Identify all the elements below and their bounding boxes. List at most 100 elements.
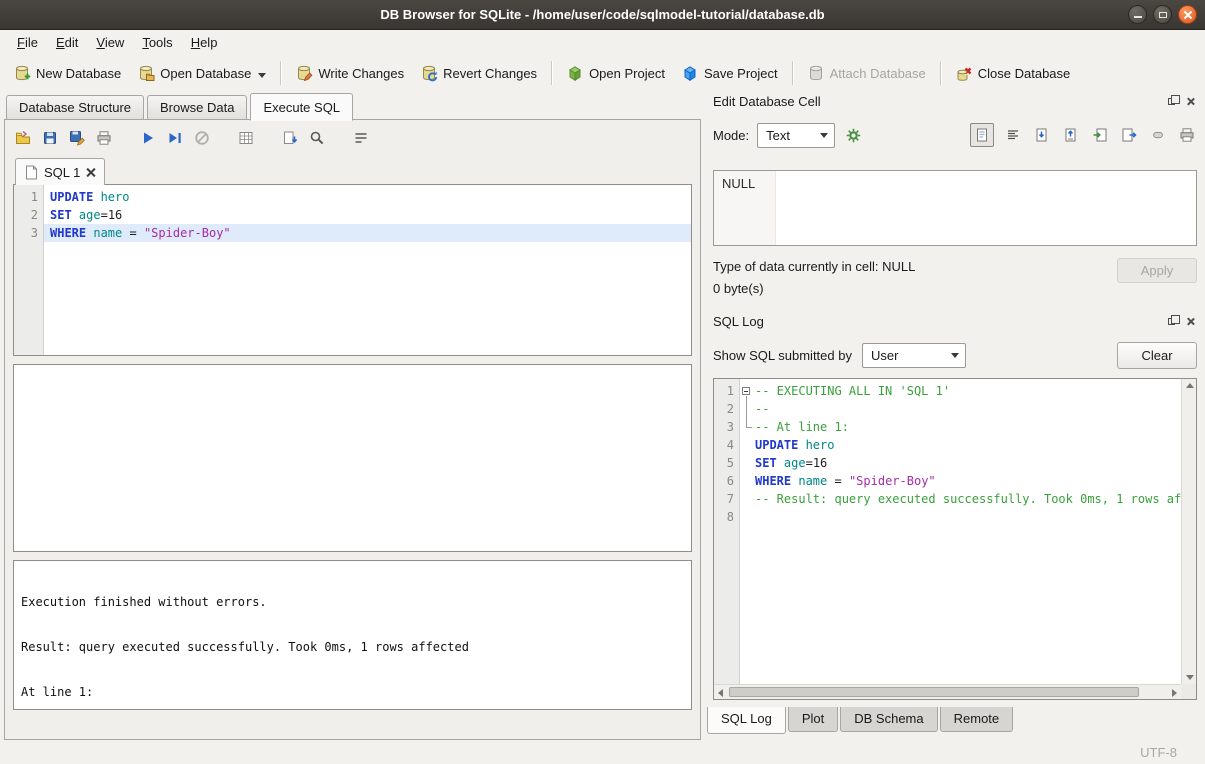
close-panel-icon[interactable] xyxy=(1184,315,1197,328)
clear-button[interactable]: Clear xyxy=(1117,342,1197,369)
open-database-button[interactable]: Open Database xyxy=(130,60,273,86)
editor-line-current[interactable]: WHERE name = "Spider-Boy" xyxy=(44,224,691,242)
menu-help[interactable]: Help xyxy=(182,32,227,53)
mode-combobox[interactable]: Text xyxy=(757,123,835,148)
window-title: DB Browser for SQLite - /home/user/code/… xyxy=(0,7,1205,22)
open-database-menu-arrow[interactable] xyxy=(258,73,266,78)
scroll-right-icon[interactable] xyxy=(1172,689,1177,697)
edit-cell-icon-group xyxy=(970,123,1197,147)
log-line: SET age=16 xyxy=(740,454,1196,472)
sql-tab-1[interactable]: SQL 1 xyxy=(15,158,105,185)
menu-view[interactable]: View xyxy=(87,32,133,53)
open-sql-file-icon[interactable] xyxy=(15,130,33,148)
new-database-button[interactable]: New Database xyxy=(6,60,128,86)
close-button[interactable] xyxy=(1178,5,1197,24)
set-null-icon[interactable] xyxy=(1148,125,1168,145)
submitter-combobox[interactable]: User xyxy=(862,343,966,368)
float-panel-icon[interactable] xyxy=(1165,315,1178,328)
editor-line[interactable]: UPDATE hero xyxy=(44,188,691,206)
line-number: 3 xyxy=(714,418,734,436)
revert-changes-icon xyxy=(420,64,438,82)
toolbar-button-label: Close Database xyxy=(978,66,1071,81)
scrollbar-thumb[interactable] xyxy=(729,687,1139,697)
menu-tools[interactable]: Tools xyxy=(133,32,181,53)
attach-database-icon xyxy=(807,64,825,82)
tab-execute-sql[interactable]: Execute SQL xyxy=(250,93,353,121)
tab-database-structure[interactable]: Database Structure xyxy=(6,95,144,120)
results-grid[interactable] xyxy=(13,364,692,552)
execute-all-icon[interactable] xyxy=(140,130,158,148)
minimize-button[interactable] xyxy=(1128,5,1147,24)
sql-document-icon xyxy=(25,165,38,180)
execution-message-area[interactable]: Execution finished without errors. Resul… xyxy=(13,560,692,710)
menu-edit[interactable]: Edit xyxy=(47,32,87,53)
fold-line xyxy=(740,418,755,436)
tab-plot[interactable]: Plot xyxy=(788,707,838,732)
mode-label: Mode: xyxy=(713,128,749,143)
find-replace-icon[interactable] xyxy=(309,130,327,148)
cell-editor[interactable]: NULL xyxy=(713,170,1197,246)
line-number: 2 xyxy=(714,400,734,418)
scroll-up-icon[interactable] xyxy=(1186,383,1194,388)
edit-cell-panel-title: Edit Database Cell xyxy=(713,94,821,109)
titlebar[interactable]: DB Browser for SQLite - /home/user/code/… xyxy=(0,0,1205,30)
chevron-down-icon xyxy=(820,133,828,138)
print-cell-icon[interactable] xyxy=(1177,125,1197,145)
log-text-area[interactable]: -- EXECUTING ALL IN 'SQL 1' -- -- At lin… xyxy=(740,379,1196,699)
left-panel: Database Structure Browse Data Execute S… xyxy=(0,92,701,740)
toolbar-button-label: Open Database xyxy=(160,66,251,81)
save-sql-file-icon[interactable] xyxy=(42,130,60,148)
vertical-scrollbar[interactable] xyxy=(1181,379,1196,684)
attach-database-button: Attach Database xyxy=(800,60,933,86)
edit-cell-mode-row: Mode: Text xyxy=(713,120,1197,150)
scroll-down-icon[interactable] xyxy=(1186,675,1194,680)
encoding-indicator[interactable]: UTF-8 xyxy=(1140,745,1177,760)
tab-browse-data[interactable]: Browse Data xyxy=(147,95,247,120)
editor-line[interactable]: SET age=16 xyxy=(44,206,691,224)
save-cell-icon[interactable] xyxy=(1032,125,1052,145)
toolbar-button-label: Revert Changes xyxy=(443,66,537,81)
scroll-left-icon[interactable] xyxy=(718,689,723,697)
main-content: Database Structure Browse Data Execute S… xyxy=(0,92,1205,740)
word-wrap-icon[interactable] xyxy=(353,130,371,148)
write-changes-button[interactable]: Write Changes xyxy=(288,60,411,86)
execute-sql-panel: SQL 1 1 2 3 UPDATE hero SET age=16 WHERE… xyxy=(4,119,701,740)
open-cell-icon[interactable] xyxy=(1061,125,1081,145)
revert-changes-button[interactable]: Revert Changes xyxy=(413,60,544,86)
save-results-icon[interactable] xyxy=(282,130,300,148)
export-data-icon[interactable] xyxy=(1119,125,1139,145)
maximize-button[interactable] xyxy=(1153,5,1172,24)
tab-sql-log[interactable]: SQL Log xyxy=(707,707,786,734)
line-number: 3 xyxy=(14,224,38,242)
toolbar-separator xyxy=(551,61,552,85)
editor-text-area[interactable]: UPDATE hero SET age=16 WHERE name = "Spi… xyxy=(44,185,691,355)
menu-file[interactable]: File xyxy=(8,32,47,53)
save-project-icon xyxy=(681,64,699,82)
edit-cell-panel-buttons xyxy=(1165,95,1197,108)
auto-switch-mode-icon[interactable] xyxy=(843,125,863,145)
print-sql-icon[interactable] xyxy=(96,130,114,148)
fold-marker[interactable] xyxy=(740,382,755,400)
tab-remote[interactable]: Remote xyxy=(940,707,1014,732)
text-document-icon[interactable] xyxy=(970,123,994,147)
align-text-icon[interactable] xyxy=(1003,125,1023,145)
tab-db-schema[interactable]: DB Schema xyxy=(840,707,937,732)
open-project-button[interactable]: Open Project xyxy=(559,60,672,86)
sql-editor: 1 2 3 UPDATE hero SET age=16 WHERE name … xyxy=(13,184,692,356)
close-panel-icon[interactable] xyxy=(1184,95,1197,108)
close-database-button[interactable]: Close Database xyxy=(948,60,1078,86)
new-database-icon xyxy=(13,64,31,82)
sql-log-panel-buttons xyxy=(1165,315,1197,328)
import-data-icon[interactable] xyxy=(1090,125,1110,145)
export-results-icon[interactable] xyxy=(238,130,256,148)
execute-current-line-icon[interactable] xyxy=(167,130,185,148)
save-sql-as-icon[interactable] xyxy=(69,130,87,148)
save-project-button[interactable]: Save Project xyxy=(674,60,785,86)
float-panel-icon[interactable] xyxy=(1165,95,1178,108)
write-changes-icon xyxy=(295,64,313,82)
maximize-icon xyxy=(1159,12,1167,18)
log-line: -- xyxy=(740,400,1196,418)
scrollbar-corner xyxy=(1181,684,1196,699)
horizontal-scrollbar[interactable] xyxy=(714,684,1181,699)
close-tab-icon[interactable] xyxy=(86,168,95,177)
